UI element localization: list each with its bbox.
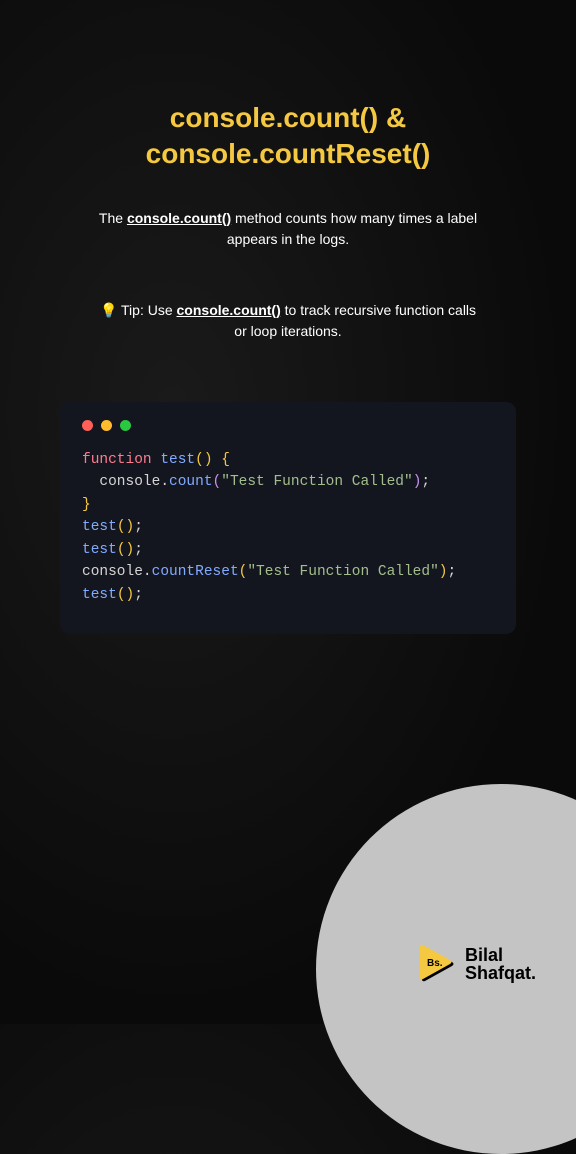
code-paren: (): [117, 587, 134, 603]
tip-text: 💡 Tip: Use console.count() to track recu…: [98, 300, 478, 342]
author-last-name: Shafqat.: [465, 964, 536, 982]
code-brace: {: [213, 452, 230, 468]
logo-badge-text: Bs.: [427, 958, 443, 969]
code-semi: ;: [421, 474, 430, 490]
code-method: countReset: [152, 564, 239, 580]
code-dot: .: [160, 474, 169, 490]
bulb-icon: 💡: [100, 300, 117, 321]
code-object: console: [82, 564, 143, 580]
logo-icon: Bs.: [417, 944, 457, 984]
code-paren: (): [195, 452, 212, 468]
code-dot: .: [143, 564, 152, 580]
author-first-name: Bilal: [465, 946, 536, 964]
code-keyword: function: [82, 452, 152, 468]
tip-prefix: Tip: Use: [117, 302, 176, 318]
code-semi: ;: [134, 519, 143, 535]
minimize-icon: [101, 420, 112, 431]
code-content: function test() { console.count("Test Fu…: [82, 449, 494, 606]
content-container: console.count() & console.countReset() T…: [0, 0, 576, 634]
code-method: count: [169, 474, 213, 490]
code-paren: (): [117, 542, 134, 558]
code-call: test: [82, 587, 117, 603]
code-call: test: [82, 519, 117, 535]
description-suffix: method counts how many times a label app…: [227, 210, 477, 247]
code-semi: ;: [134, 542, 143, 558]
window-controls: [82, 420, 494, 431]
code-object: console: [99, 474, 160, 490]
maximize-icon: [120, 420, 131, 431]
author-logo: Bs. Bilal Shafqat.: [417, 944, 536, 984]
description-text: The console.count() method counts how ma…: [98, 208, 478, 250]
description-highlight: console.count(): [127, 210, 231, 226]
code-semi: ;: [447, 564, 456, 580]
close-icon: [82, 420, 93, 431]
code-block: function test() { console.count("Test Fu…: [60, 402, 516, 634]
code-string: "Test Function Called": [247, 564, 438, 580]
author-name: Bilal Shafqat.: [465, 946, 536, 982]
code-function-name: test: [152, 452, 196, 468]
code-paren: (): [117, 519, 134, 535]
code-indent: [82, 474, 99, 490]
tip-highlight: console.count(): [177, 302, 281, 318]
code-string: "Test Function Called": [221, 474, 412, 490]
code-paren-open: (: [213, 474, 222, 490]
description-prefix: The: [99, 210, 127, 226]
code-semi: ;: [134, 587, 143, 603]
code-brace-close: }: [82, 497, 91, 513]
code-call: test: [82, 542, 117, 558]
page-title: console.count() & console.countReset(): [60, 100, 516, 173]
